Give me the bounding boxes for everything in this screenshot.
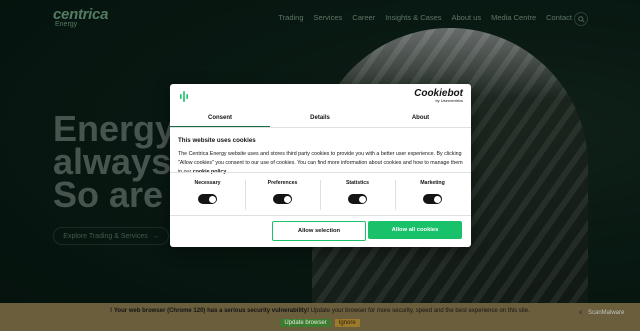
statistics-switch[interactable] xyxy=(348,194,367,204)
ignore-button[interactable]: Ignore xyxy=(334,319,360,327)
tab-consent[interactable]: Consent xyxy=(170,110,270,127)
toggle-marketing-label: Marketing xyxy=(420,180,445,186)
allow-all-cookies-button[interactable]: Allow all cookies xyxy=(368,221,462,239)
divider xyxy=(170,172,471,173)
warning-bold-text: Your web browser (Chrome 120) has a seri… xyxy=(113,308,310,314)
browser-warning-text: ! Your web browser (Chrome 120) has a se… xyxy=(0,308,640,314)
close-icon[interactable]: x xyxy=(579,310,582,316)
toggle-necessary-label: Necessary xyxy=(194,180,221,186)
switch-knob xyxy=(208,195,216,203)
cookie-toggles: Necessary Preferences Statistics Marketi… xyxy=(170,180,471,216)
allow-selection-button[interactable]: Allow selection xyxy=(272,221,366,241)
switch-knob xyxy=(283,195,291,203)
warning-buttons: Update browser Ignore xyxy=(0,319,640,327)
toggle-necessary: Necessary xyxy=(170,180,245,212)
warning-icon: ! xyxy=(110,308,113,314)
preferences-switch[interactable] xyxy=(273,194,292,204)
tab-about[interactable]: About xyxy=(370,110,471,126)
marketing-switch[interactable] xyxy=(423,194,442,204)
dialog-content: This website uses cookies The Centrica E… xyxy=(178,137,463,176)
tab-details[interactable]: Details xyxy=(270,110,370,126)
toggle-preferences-label: Preferences xyxy=(267,180,298,186)
switch-knob xyxy=(433,195,441,203)
necessary-switch[interactable] xyxy=(198,194,217,204)
leaf-icon xyxy=(180,91,188,102)
update-browser-button[interactable]: Update browser xyxy=(280,319,331,327)
toggle-marketing: Marketing xyxy=(395,180,470,212)
dialog-header: Cookiebot by Usercentrics xyxy=(170,84,471,109)
cookie-consent-dialog: Cookiebot by Usercentrics Consent Detail… xyxy=(170,84,471,247)
divider xyxy=(170,215,471,216)
cookiebot-logo: Cookiebot by Usercentrics xyxy=(414,88,463,103)
scanmalware-badge: ScanMalware xyxy=(588,310,625,316)
dialog-tabs: Consent Details About xyxy=(170,110,471,128)
warning-detail-text: Update your browser for more security, s… xyxy=(309,308,530,314)
switch-knob xyxy=(358,195,366,203)
browser-warning-bar: ! Your web browser (Chrome 120) has a se… xyxy=(0,303,640,331)
toggle-preferences: Preferences xyxy=(245,180,320,212)
toggle-statistics: Statistics xyxy=(320,180,395,212)
toggle-statistics-label: Statistics xyxy=(345,180,370,186)
dialog-title: This website uses cookies xyxy=(178,137,256,144)
